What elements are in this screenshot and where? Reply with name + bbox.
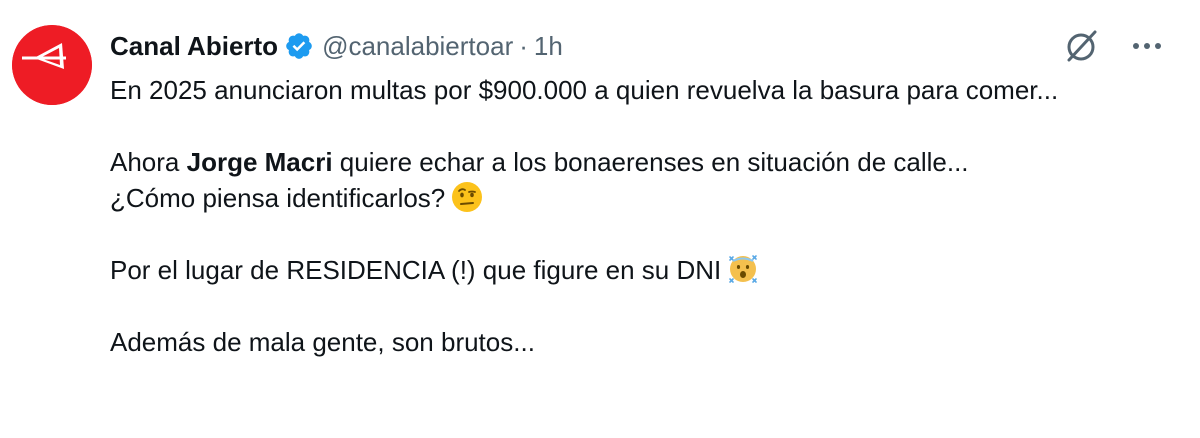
paragraph-2: Ahora Jorge Macri quiere echar a los bon… xyxy=(110,144,1160,216)
separator-dot: · xyxy=(519,30,528,61)
grok-icon[interactable] xyxy=(1062,26,1102,66)
paragraph-3: Por el lugar de RESIDENCIA (!) que figur… xyxy=(110,252,1160,288)
avatar[interactable] xyxy=(12,25,92,105)
tweet-header: Canal Abierto @canalabiertoar · 1h xyxy=(110,28,563,64)
paragraph-2-suffix: quiere echar a los bonaerenses en situac… xyxy=(332,147,969,177)
paragraph-4: Además de mala gente, son brutos... xyxy=(110,327,535,357)
tweet-text: En 2025 anunciaron multas por $900.000 a… xyxy=(110,72,1160,360)
cold-face-emoji-icon xyxy=(727,253,759,285)
timestamp[interactable]: 1h xyxy=(534,31,563,62)
raised-eyebrow-face-emoji-icon xyxy=(451,181,483,213)
handle[interactable]: @canalabiertoar xyxy=(322,31,513,62)
paragraph-2-prefix: Ahora xyxy=(110,147,187,177)
mentioned-name: Jorge Macri xyxy=(186,147,333,177)
tweet[interactable]: Canal Abierto @canalabiertoar · 1h En 20… xyxy=(0,0,1200,438)
paragraph-2-question: ¿Cómo piensa identificarlos? xyxy=(110,183,446,213)
display-name[interactable]: Canal Abierto xyxy=(110,31,278,62)
more-icon[interactable] xyxy=(1130,29,1164,63)
paragraph-1: En 2025 anunciaron multas por $900.000 a… xyxy=(110,75,1059,105)
paragraph-3-text: Por el lugar de RESIDENCIA (!) que figur… xyxy=(110,255,722,285)
canal-abierto-logo-icon xyxy=(12,25,92,105)
tweet-actions xyxy=(1062,26,1164,66)
verified-badge-icon xyxy=(284,31,314,61)
